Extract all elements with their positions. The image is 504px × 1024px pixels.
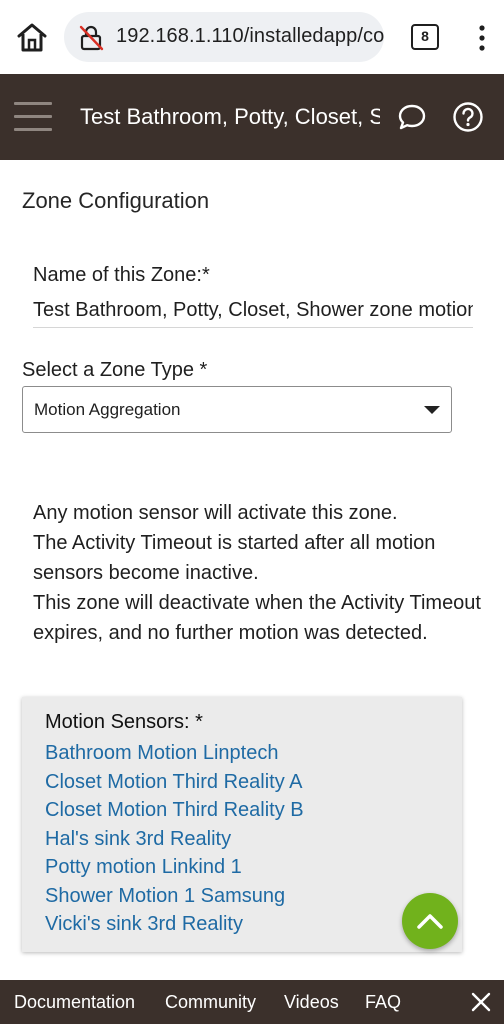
header-title: Test Bathroom, Potty, Closet, Shower: [80, 104, 380, 129]
help-button[interactable]: [452, 101, 484, 133]
more-vert-icon: [479, 25, 485, 51]
app-header: Test Bathroom, Potty, Closet, Shower: [0, 74, 504, 160]
scroll-to-top-button[interactable]: [402, 893, 458, 949]
sensor-link[interactable]: Bathroom Motion Linptech: [45, 739, 304, 768]
hamburger-menu-icon[interactable]: [14, 102, 52, 132]
footer-link-documentation[interactable]: Documentation: [14, 992, 135, 1013]
address-bar[interactable]: 192.168.1.110/installedapp/co: [64, 12, 384, 62]
sensor-link[interactable]: Potty motion Linkind 1: [45, 853, 304, 882]
section-title: Zone Configuration: [22, 188, 210, 213]
motion-sensors-title: Motion Sensors: *: [45, 711, 203, 733]
motion-sensors-list: Bathroom Motion Linptech Closet Motion T…: [45, 739, 304, 939]
footer-close-button[interactable]: [470, 991, 492, 1013]
close-icon: [471, 992, 491, 1012]
footer-link-faq[interactable]: FAQ: [365, 992, 401, 1013]
motion-sensors-card: Motion Sensors: * Bathroom Motion Linpte…: [22, 697, 462, 952]
zone-name-input[interactable]: [33, 294, 473, 328]
sensor-link[interactable]: Closet Motion Third Reality B: [45, 796, 304, 825]
sensor-link[interactable]: Closet Motion Third Reality A: [45, 768, 304, 797]
tab-switcher-button[interactable]: 8: [411, 24, 439, 50]
chat-bubble-icon: [398, 104, 426, 130]
sensor-link[interactable]: Vicki's sink 3rd Reality: [45, 910, 304, 939]
sensor-link[interactable]: Shower Motion 1 Samsung: [45, 882, 304, 911]
zone-type-value: Motion Aggregation: [34, 400, 181, 419]
description-line: The Activity Timeout is started after al…: [33, 532, 436, 584]
description-line: Any motion sensor will activate this zon…: [33, 502, 398, 524]
help-circle-icon: [453, 102, 483, 132]
zone-name-label: Name of this Zone:*: [33, 264, 210, 286]
footer-bar: Documentation Community Videos FAQ: [0, 980, 504, 1024]
chat-button[interactable]: [397, 102, 427, 132]
description-line: This zone will deactivate when the Activ…: [33, 592, 481, 644]
zone-description: Any motion sensor will activate this zon…: [33, 498, 483, 648]
sensor-link[interactable]: Hal's sink 3rd Reality: [45, 825, 304, 854]
caret-down-icon: [424, 406, 440, 414]
footer-link-videos[interactable]: Videos: [284, 992, 339, 1013]
chevron-up-icon: [417, 914, 443, 929]
url-text: 192.168.1.110/installedapp/co: [116, 25, 384, 47]
home-icon: [17, 23, 47, 52]
home-button[interactable]: [14, 20, 50, 56]
footer-link-community[interactable]: Community: [165, 992, 256, 1013]
browser-toolbar: 192.168.1.110/installedapp/co 8: [0, 0, 504, 74]
zone-type-label: Select a Zone Type *: [22, 359, 208, 381]
browser-menu-button[interactable]: [472, 22, 492, 54]
not-secure-lock-icon[interactable]: [78, 25, 104, 51]
zone-type-select[interactable]: Motion Aggregation: [22, 386, 452, 433]
